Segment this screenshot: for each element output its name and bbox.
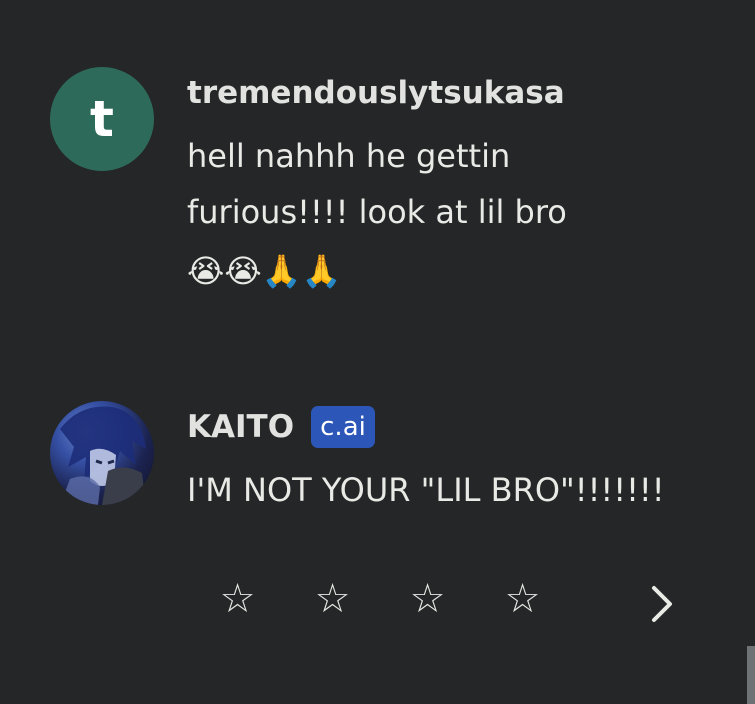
scrollbar-thumb[interactable] xyxy=(747,646,755,704)
star-4-button[interactable]: ☆ xyxy=(495,570,550,628)
star-2-button[interactable]: ☆ xyxy=(305,570,360,628)
username-label[interactable]: tremendouslytsukasa xyxy=(187,75,565,111)
character-message-text: I'M NOT YOUR "LIL BRO"!!!!!!! xyxy=(187,471,665,509)
character-portrait-icon xyxy=(60,406,146,505)
message-text: hell nahhh he gettin furious!!!! look at… xyxy=(187,128,567,302)
chevron-right-icon xyxy=(652,586,672,622)
user-avatar[interactable]: t xyxy=(50,67,154,171)
message-emojis: 😭😭🙏🙏 xyxy=(187,252,342,290)
cai-badge: c.ai xyxy=(311,406,375,448)
chat-screen: t tremendouslytsukasa hell nahhh he gett… xyxy=(0,0,755,704)
star-3-button[interactable]: ☆ xyxy=(400,570,455,628)
avatar-letter: t xyxy=(90,90,114,148)
message-line-2: furious!!!! look at lil bro xyxy=(187,193,567,231)
next-response-button[interactable] xyxy=(640,578,684,630)
message-line-1: hell nahhh he gettin xyxy=(187,137,511,175)
rating-stars: ☆ ☆ ☆ ☆ xyxy=(210,570,550,628)
star-1-button[interactable]: ☆ xyxy=(210,570,265,628)
character-avatar[interactable] xyxy=(50,401,154,505)
character-name-label[interactable]: KAITO xyxy=(187,409,294,445)
